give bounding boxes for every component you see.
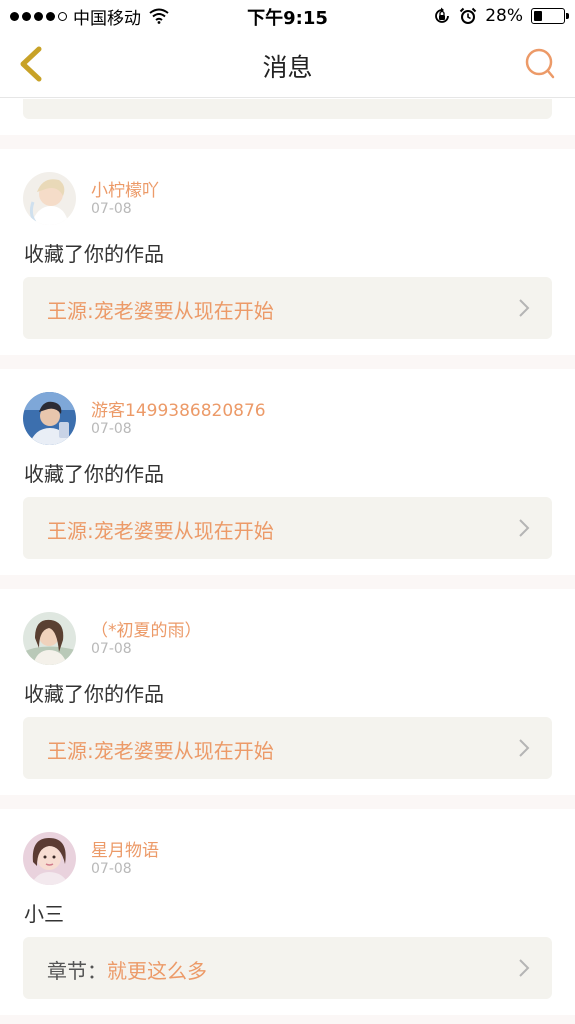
referenced-work-title: 王源:宠老婆要从现在开始 (47, 295, 274, 324)
status-right: 28% (433, 5, 569, 27)
message-date: 07-08 (91, 421, 132, 437)
page-title: 消息 (262, 53, 313, 82)
referenced-work-title: 王源:宠老婆要从现在开始 (47, 735, 274, 764)
message-card: 小柠檬吖 07-08 收藏了你的作品 王源:宠老婆要从现在开始 (0, 149, 575, 355)
message-card: 游客1499386820876 07-08 收藏了你的作品 王源:宠老婆要从现在… (0, 369, 575, 575)
status-bar: 中国移动 下午9:15 28% (0, 0, 575, 32)
message-action: 小三 (24, 902, 64, 926)
reference-title: 就更这么多 (107, 959, 207, 983)
chevron-right-icon (519, 739, 530, 757)
reference-box-partial[interactable] (23, 99, 552, 119)
referenced-work-title: 王源:宠老婆要从现在开始 (47, 515, 274, 544)
message-card: 星月物语 07-08 小三 章节：就更这么多 (0, 809, 575, 1015)
message-action: 收藏了你的作品 (24, 682, 164, 706)
chevron-right-icon (519, 519, 530, 537)
avatar[interactable] (23, 612, 76, 665)
battery-icon (531, 8, 569, 24)
message-action: 收藏了你的作品 (24, 462, 164, 486)
reference-title: 王源:宠老婆要从现在开始 (47, 519, 274, 543)
reference-title: 王源:宠老婆要从现在开始 (47, 739, 274, 763)
referenced-chapter[interactable]: 章节：就更这么多 (23, 937, 552, 999)
search-icon (525, 48, 555, 79)
message-date: 07-08 (91, 641, 132, 657)
username[interactable]: 小柠檬吖 (91, 176, 159, 201)
referenced-work[interactable]: 王源:宠老婆要从现在开始 (23, 277, 552, 339)
message-date: 07-08 (91, 201, 132, 217)
message-card-partial (0, 99, 575, 135)
rotation-lock-icon (435, 7, 450, 23)
reference-label: 章节： (47, 959, 107, 983)
search-button[interactable] (523, 46, 557, 82)
username[interactable]: 星月物语 (91, 836, 159, 861)
chevron-right-icon (519, 299, 530, 317)
message-card: （*初夏的雨） 07-08 收藏了你的作品 王源:宠老婆要从现在开始 (0, 589, 575, 795)
referenced-work[interactable]: 王源:宠老婆要从现在开始 (23, 717, 552, 779)
chevron-right-icon (519, 959, 530, 977)
avatar[interactable] (23, 392, 76, 445)
message-action: 收藏了你的作品 (24, 242, 164, 266)
avatar[interactable] (23, 832, 76, 885)
username[interactable]: 游客1499386820876 (91, 396, 266, 421)
avatar[interactable] (23, 172, 76, 225)
username[interactable]: （*初夏的雨） (91, 616, 202, 641)
nav-bar: 消息 (0, 32, 575, 98)
message-date: 07-08 (91, 861, 132, 877)
referenced-work[interactable]: 王源:宠老婆要从现在开始 (23, 497, 552, 559)
reference-title: 王源:宠老婆要从现在开始 (47, 299, 274, 323)
battery-level (534, 11, 542, 21)
battery-percent: 28% (485, 6, 523, 26)
message-list[interactable]: 小柠檬吖 07-08 收藏了你的作品 王源:宠老婆要从现在开始 游客149938… (0, 99, 575, 1024)
referenced-chapter-title: 章节：就更这么多 (47, 955, 207, 984)
alarm-icon (459, 7, 477, 24)
